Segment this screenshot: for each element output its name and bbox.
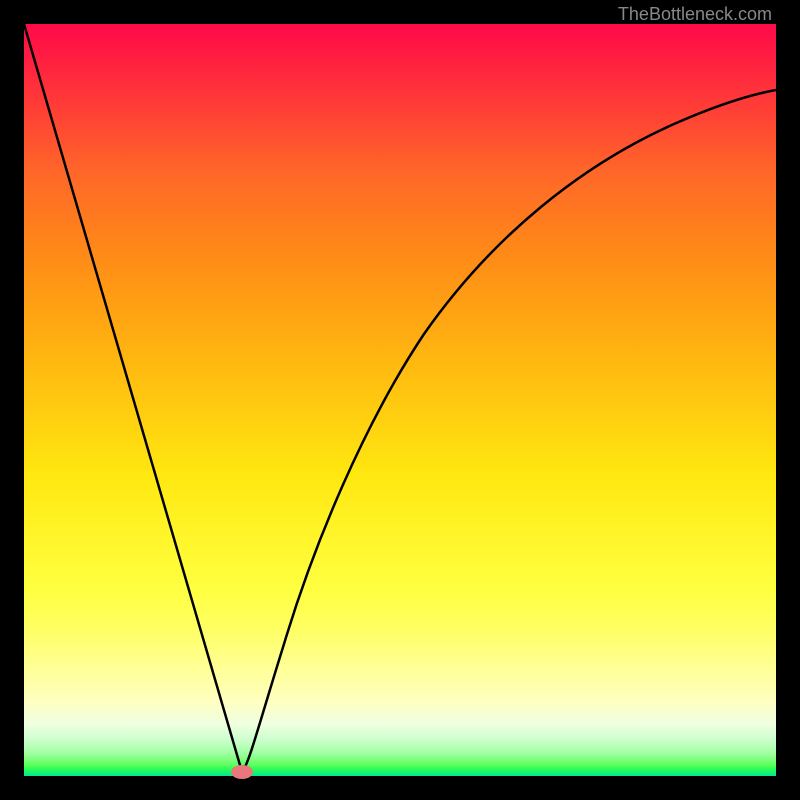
chart-area: [24, 24, 776, 776]
watermark-text: TheBottleneck.com: [618, 4, 772, 25]
bottleneck-curve: [24, 24, 776, 776]
minimum-marker: [231, 765, 253, 779]
